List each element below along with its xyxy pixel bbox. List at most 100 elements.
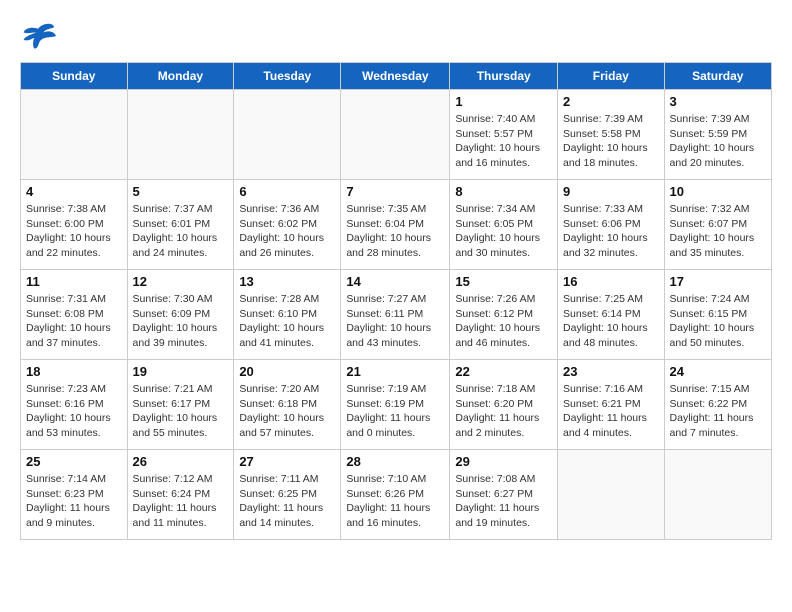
calendar-cell: 2 Sunrise: 7:39 AM Sunset: 5:58 PM Daylig… [558, 90, 665, 180]
day-number: 22 [455, 364, 552, 379]
day-info: Sunrise: 7:11 AM Sunset: 6:25 PM Dayligh… [239, 472, 335, 531]
page-header [20, 20, 772, 52]
calendar-cell: 15 Sunrise: 7:26 AM Sunset: 6:12 PM Dayli… [450, 270, 558, 360]
day-info: Sunrise: 7:20 AM Sunset: 6:18 PM Dayligh… [239, 382, 335, 441]
day-info: Sunrise: 7:25 AM Sunset: 6:14 PM Dayligh… [563, 292, 659, 351]
day-number: 26 [133, 454, 229, 469]
calendar-cell: 1 Sunrise: 7:40 AM Sunset: 5:57 PM Daylig… [450, 90, 558, 180]
day-header-friday: Friday [558, 63, 665, 90]
week-row-5: 25 Sunrise: 7:14 AM Sunset: 6:23 PM Dayli… [21, 450, 772, 540]
day-number: 29 [455, 454, 552, 469]
day-info: Sunrise: 7:10 AM Sunset: 6:26 PM Dayligh… [346, 472, 444, 531]
calendar-cell [21, 90, 128, 180]
day-info: Sunrise: 7:38 AM Sunset: 6:00 PM Dayligh… [26, 202, 122, 261]
calendar-cell: 27 Sunrise: 7:11 AM Sunset: 6:25 PM Dayli… [234, 450, 341, 540]
day-info: Sunrise: 7:19 AM Sunset: 6:19 PM Dayligh… [346, 382, 444, 441]
calendar-cell [558, 450, 665, 540]
calendar-cell: 18Sunrise: 7:23 AM Sunset: 6:16 PM Dayli… [21, 360, 128, 450]
calendar-cell: 20 Sunrise: 7:20 AM Sunset: 6:18 PM Dayli… [234, 360, 341, 450]
day-number: 16 [563, 274, 659, 289]
calendar-cell: 14Sunrise: 7:27 AM Sunset: 6:11 PM Dayli… [341, 270, 450, 360]
day-number: 23 [563, 364, 659, 379]
day-number: 15 [455, 274, 552, 289]
day-number: 17 [670, 274, 766, 289]
calendar-cell: 21 Sunrise: 7:19 AM Sunset: 6:19 PM Dayli… [341, 360, 450, 450]
day-info: Sunrise: 7:28 AM Sunset: 6:10 PM Dayligh… [239, 292, 335, 351]
calendar-cell: 16 Sunrise: 7:25 AM Sunset: 6:14 PM Dayli… [558, 270, 665, 360]
day-info: Sunrise: 7:15 AM Sunset: 6:22 PM Dayligh… [670, 382, 766, 441]
calendar-cell: 3Sunrise: 7:39 AM Sunset: 5:59 PM Daylig… [664, 90, 771, 180]
calendar-cell: 13 Sunrise: 7:28 AM Sunset: 6:10 PM Dayli… [234, 270, 341, 360]
day-number: 10 [670, 184, 766, 199]
day-info: Sunrise: 7:40 AM Sunset: 5:57 PM Dayligh… [455, 112, 552, 171]
day-info: Sunrise: 7:31 AM Sunset: 6:08 PM Dayligh… [26, 292, 122, 351]
day-number: 20 [239, 364, 335, 379]
day-info: Sunrise: 7:23 AM Sunset: 6:16 PM Dayligh… [26, 382, 122, 441]
header-row: SundayMondayTuesdayWednesdayThursdayFrid… [21, 63, 772, 90]
calendar-cell: 28 Sunrise: 7:10 AM Sunset: 6:26 PM Dayli… [341, 450, 450, 540]
day-header-sunday: Sunday [21, 63, 128, 90]
calendar-cell: 7 Sunrise: 7:35 AM Sunset: 6:04 PM Daylig… [341, 180, 450, 270]
day-number: 9 [563, 184, 659, 199]
logo [20, 20, 60, 52]
day-header-saturday: Saturday [664, 63, 771, 90]
calendar-table: SundayMondayTuesdayWednesdayThursdayFrid… [20, 62, 772, 540]
week-row-2: 4 Sunrise: 7:38 AM Sunset: 6:00 PM Daylig… [21, 180, 772, 270]
calendar-cell: 8Sunrise: 7:34 AM Sunset: 6:05 PM Daylig… [450, 180, 558, 270]
day-header-tuesday: Tuesday [234, 63, 341, 90]
day-number: 6 [239, 184, 335, 199]
day-info: Sunrise: 7:12 AM Sunset: 6:24 PM Dayligh… [133, 472, 229, 531]
calendar-cell: 24 Sunrise: 7:15 AM Sunset: 6:22 PM Dayli… [664, 360, 771, 450]
day-number: 28 [346, 454, 444, 469]
day-info: Sunrise: 7:33 AM Sunset: 6:06 PM Dayligh… [563, 202, 659, 261]
day-info: Sunrise: 7:18 AM Sunset: 6:20 PM Dayligh… [455, 382, 552, 441]
day-number: 21 [346, 364, 444, 379]
calendar-cell: 19 Sunrise: 7:21 AM Sunset: 6:17 PM Dayli… [127, 360, 234, 450]
day-number: 2 [563, 94, 659, 109]
calendar-cell: 26 Sunrise: 7:12 AM Sunset: 6:24 PM Dayli… [127, 450, 234, 540]
calendar-cell: 22 Sunrise: 7:18 AM Sunset: 6:20 PM Dayli… [450, 360, 558, 450]
day-info: Sunrise: 7:32 AM Sunset: 6:07 PM Dayligh… [670, 202, 766, 261]
day-number: 13 [239, 274, 335, 289]
day-number: 24 [670, 364, 766, 379]
day-number: 27 [239, 454, 335, 469]
day-header-wednesday: Wednesday [341, 63, 450, 90]
calendar-cell: 17 Sunrise: 7:24 AM Sunset: 6:15 PM Dayli… [664, 270, 771, 360]
day-info: Sunrise: 7:30 AM Sunset: 6:09 PM Dayligh… [133, 292, 229, 351]
calendar-cell [127, 90, 234, 180]
week-row-3: 11 Sunrise: 7:31 AM Sunset: 6:08 PM Dayli… [21, 270, 772, 360]
week-row-4: 18Sunrise: 7:23 AM Sunset: 6:16 PM Dayli… [21, 360, 772, 450]
day-info: Sunrise: 7:16 AM Sunset: 6:21 PM Dayligh… [563, 382, 659, 441]
week-row-1: 1 Sunrise: 7:40 AM Sunset: 5:57 PM Daylig… [21, 90, 772, 180]
calendar-cell: 10 Sunrise: 7:32 AM Sunset: 6:07 PM Dayli… [664, 180, 771, 270]
day-info: Sunrise: 7:36 AM Sunset: 6:02 PM Dayligh… [239, 202, 335, 261]
day-number: 25 [26, 454, 122, 469]
calendar-cell: 12Sunrise: 7:30 AM Sunset: 6:09 PM Dayli… [127, 270, 234, 360]
day-info: Sunrise: 7:08 AM Sunset: 6:27 PM Dayligh… [455, 472, 552, 531]
calendar-cell [341, 90, 450, 180]
day-number: 19 [133, 364, 229, 379]
day-number: 7 [346, 184, 444, 199]
day-header-thursday: Thursday [450, 63, 558, 90]
day-number: 14 [346, 274, 444, 289]
calendar-cell: 23 Sunrise: 7:16 AM Sunset: 6:21 PM Dayli… [558, 360, 665, 450]
calendar-cell [664, 450, 771, 540]
logo-icon [20, 20, 56, 52]
day-number: 4 [26, 184, 122, 199]
day-info: Sunrise: 7:24 AM Sunset: 6:15 PM Dayligh… [670, 292, 766, 351]
day-info: Sunrise: 7:21 AM Sunset: 6:17 PM Dayligh… [133, 382, 229, 441]
calendar-cell: 11 Sunrise: 7:31 AM Sunset: 6:08 PM Dayli… [21, 270, 128, 360]
calendar-cell: 5Sunrise: 7:37 AM Sunset: 6:01 PM Daylig… [127, 180, 234, 270]
day-number: 11 [26, 274, 122, 289]
day-info: Sunrise: 7:14 AM Sunset: 6:23 PM Dayligh… [26, 472, 122, 531]
day-header-monday: Monday [127, 63, 234, 90]
day-info: Sunrise: 7:39 AM Sunset: 5:58 PM Dayligh… [563, 112, 659, 171]
calendar-cell [234, 90, 341, 180]
day-info: Sunrise: 7:26 AM Sunset: 6:12 PM Dayligh… [455, 292, 552, 351]
day-info: Sunrise: 7:35 AM Sunset: 6:04 PM Dayligh… [346, 202, 444, 261]
calendar-cell: 25 Sunrise: 7:14 AM Sunset: 6:23 PM Dayli… [21, 450, 128, 540]
day-number: 1 [455, 94, 552, 109]
calendar-cell: 6 Sunrise: 7:36 AM Sunset: 6:02 PM Daylig… [234, 180, 341, 270]
calendar-cell: 29 Sunrise: 7:08 AM Sunset: 6:27 PM Dayli… [450, 450, 558, 540]
day-info: Sunrise: 7:39 AM Sunset: 5:59 PM Dayligh… [670, 112, 766, 171]
